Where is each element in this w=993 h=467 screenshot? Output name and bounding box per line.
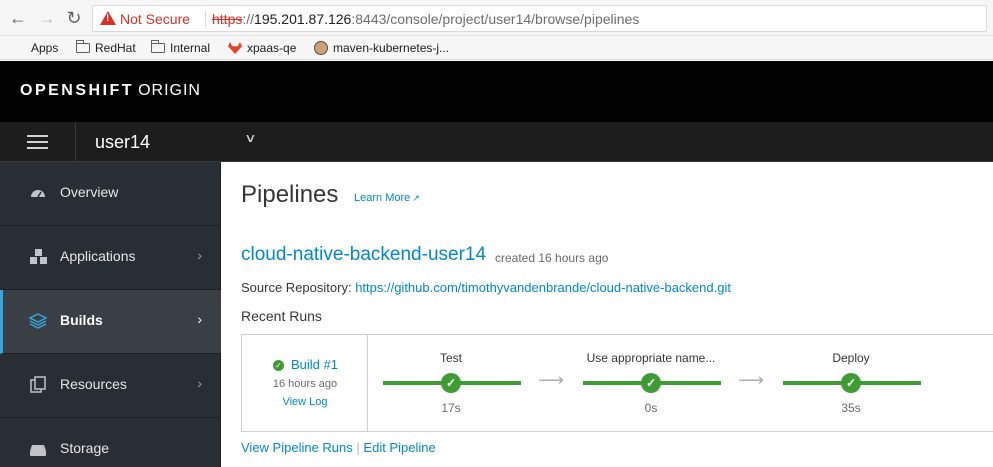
stage-duration: 0s [644, 401, 658, 415]
sidebar-item-applications[interactable]: Applications › [0, 226, 221, 290]
warning-icon[interactable] [100, 11, 116, 25]
url-host: 195.201.87.126 [254, 11, 352, 27]
bookmarks-bar: Apps RedHat Internal xpaas-qe maven-kube… [0, 36, 993, 60]
sidebar-item-storage[interactable]: Storage [0, 418, 221, 467]
project-selector[interactable]: user14 [95, 132, 150, 153]
stage-duration: 17s [441, 401, 461, 415]
bookmark-xpaas-qe[interactable]: xpaas-qe [228, 39, 296, 57]
external-link-icon: ↗ [412, 193, 420, 203]
folder-icon [75, 40, 90, 53]
gitlab-icon [228, 42, 242, 54]
brand-edition: ORIGIN [138, 82, 201, 99]
address-bar[interactable]: Not Secure https://195.201.87.126:8443/c… [92, 5, 987, 32]
sidebar-item-label: Builds [60, 312, 103, 328]
stage-name: Test [439, 351, 462, 365]
layers-icon [28, 312, 48, 330]
url-text[interactable]: https://195.201.87.126:8443/console/proj… [212, 11, 639, 27]
learn-more-link[interactable]: Learn More ↗ [354, 192, 420, 204]
build-label: Build #1 [291, 357, 338, 372]
view-pipeline-runs-link[interactable]: View Pipeline Runs [241, 440, 353, 455]
pipeline-stage: Test ✓ 17s [381, 335, 521, 431]
recent-runs-heading: Recent Runs [241, 308, 322, 324]
bookmark-label: Internal [170, 41, 211, 55]
browser-toolbar: ← → ↻ Not Secure https://195.201.87.126:… [0, 0, 993, 36]
pipeline-created: created 16 hours ago [495, 251, 609, 265]
page-title: Pipelines [241, 181, 339, 208]
hdd-icon [29, 440, 47, 458]
brand-logo[interactable]: OPENSHIFT ORIGIN [20, 82, 201, 100]
view-log-link[interactable]: View Log [242, 396, 368, 408]
bookmark-maven-kubernetes[interactable]: maven-kubernetes-j... [314, 39, 449, 57]
pipeline-stage: Deploy ✓ 35s [781, 335, 921, 431]
pipeline-actions: View Pipeline Runs | Edit Pipeline [241, 440, 436, 455]
back-arrow-icon[interactable]: ← [8, 8, 28, 28]
reload-icon[interactable]: ↻ [64, 8, 84, 28]
sidebar-item-resources[interactable]: Resources › [0, 354, 221, 418]
check-circle-icon: ✓ [641, 373, 661, 393]
source-repository-link[interactable]: https://github.com/timothyvandenbrande/c… [355, 280, 731, 295]
folder-icon [150, 40, 165, 53]
check-circle-icon: ✓ [441, 373, 461, 393]
brand-name: OPENSHIFT [20, 82, 135, 99]
check-circle-icon: ✓ [841, 373, 861, 393]
bookmark-label: maven-kubernetes-j... [333, 41, 450, 55]
arrow-right-icon: ⟶ [738, 370, 764, 390]
link-separator: | [356, 440, 360, 455]
pipeline-stage: Use appropriate name... ✓ 0s [581, 335, 721, 431]
pipeline-name-link[interactable]: cloud-native-backend-user14 [241, 244, 486, 266]
source-repository: Source Repository: https://github.com/ti… [241, 280, 731, 295]
url-scheme-separator: :// [242, 11, 255, 27]
avatar-icon [314, 41, 328, 55]
build-time: 16 hours ago [272, 378, 338, 390]
dashboard-icon [29, 184, 47, 202]
chevron-down-icon[interactable]: ∨ [244, 131, 256, 145]
bookmark-label: RedHat [95, 41, 136, 55]
sidebar-item-label: Applications [60, 248, 136, 264]
bookmark-label: xpaas-qe [247, 41, 297, 55]
chevron-right-icon: › [197, 247, 202, 263]
bookmark-redhat[interactable]: RedHat [75, 39, 136, 57]
check-circle-icon: ✓ [273, 360, 284, 371]
stage-name: Use appropriate name... [586, 351, 716, 365]
chevron-right-icon: › [197, 375, 202, 391]
arrow-right-icon: ⟶ [538, 370, 564, 390]
sidebar-item-label: Storage [60, 440, 110, 456]
apps-grid-icon [14, 42, 26, 54]
cubes-icon [29, 248, 47, 266]
sidebar-item-label: Resources [60, 376, 127, 392]
pipeline-run-card: ✓ Build #1 16 hours ago View Log Test ✓ 1… [241, 334, 993, 432]
url-path: :8443/console/project/user14/browse/pipe… [351, 11, 640, 27]
omnibox-separator [205, 11, 206, 27]
not-secure-label[interactable]: Not Secure [120, 11, 190, 27]
chevron-right-icon: › [197, 311, 202, 327]
stage-duration: 35s [841, 401, 861, 415]
stage-name: Deploy [832, 351, 870, 365]
sidebar-item-builds[interactable]: Builds › [0, 290, 221, 354]
bookmark-label: Apps [31, 41, 59, 55]
files-icon [29, 376, 47, 394]
hamburger-menu-icon[interactable] [0, 122, 76, 162]
sidebar-item-label: Overview [60, 184, 119, 200]
masthead: OPENSHIFT ORIGIN [0, 61, 993, 122]
bookmark-apps[interactable]: Apps [14, 39, 58, 57]
source-repository-label: Source Repository: [241, 280, 352, 295]
main-content: Pipelines Learn More ↗ cloud-native-backe… [222, 162, 993, 467]
build-summary: ✓ Build #1 16 hours ago View Log [242, 335, 368, 431]
learn-more-label: Learn More [354, 192, 411, 204]
project-bar: user14 ∨ [0, 122, 993, 162]
bookmark-internal[interactable]: Internal [150, 39, 211, 57]
url-scheme: https [212, 11, 243, 27]
forward-arrow-icon[interactable]: → [37, 8, 57, 28]
edit-pipeline-link[interactable]: Edit Pipeline [363, 440, 435, 455]
sidebar-item-overview[interactable]: Overview [0, 162, 221, 226]
build-link[interactable]: ✓ Build #1 [273, 357, 338, 372]
sidebar: Overview Applications › Builds › Resourc… [0, 162, 221, 467]
